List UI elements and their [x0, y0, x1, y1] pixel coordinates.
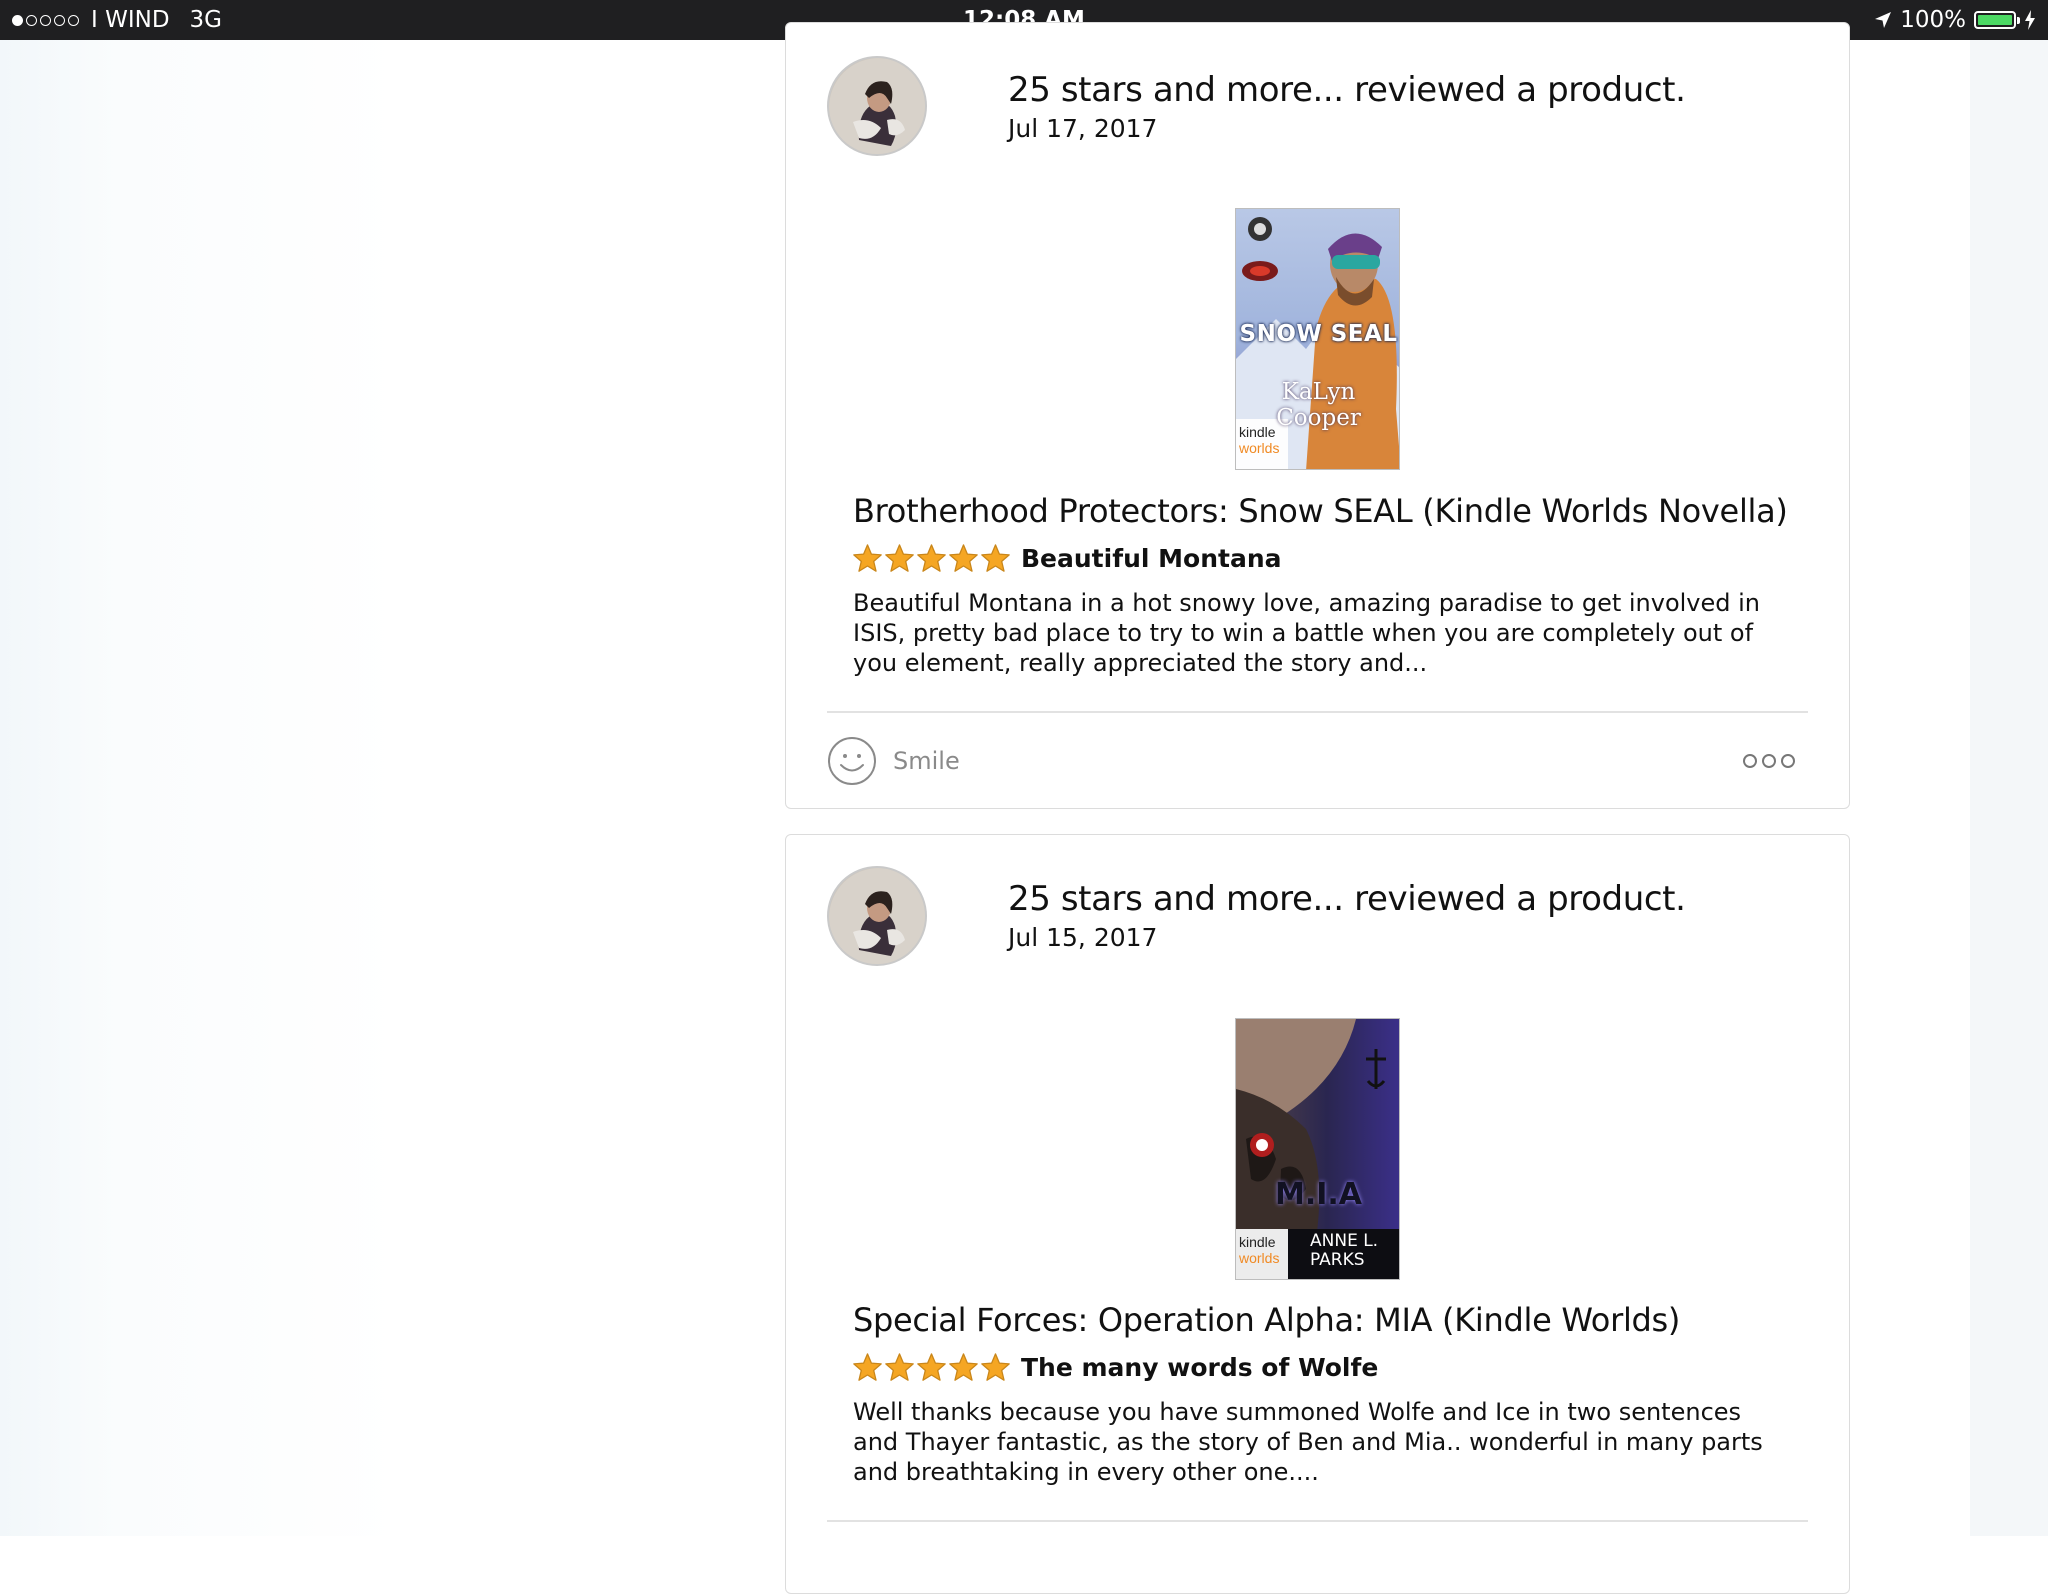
right-blank-panel [1970, 40, 2048, 1536]
avatar-picture [829, 58, 925, 154]
star-icon [853, 543, 882, 572]
star-icon [981, 1352, 1010, 1381]
review-card[interactable]: 25 stars and more... reviewed a product.… [785, 834, 1850, 1594]
battery-level-fill [1978, 15, 2012, 25]
review-body[interactable]: Well thanks because you have summoned Wo… [853, 1397, 1783, 1487]
smile-label: Smile [893, 747, 960, 775]
review-date: Jul 15, 2017 [1008, 923, 1158, 952]
left-blank-panel [0, 40, 785, 1536]
star-icon [885, 543, 914, 572]
kindle-worlds-badge: kindle worlds [1239, 1234, 1279, 1266]
book-cover-image[interactable]: M.I.A ANNE L. PARKS kindle worlds [1235, 1018, 1400, 1280]
battery-tip [2017, 17, 2020, 24]
more-options-icon[interactable] [1741, 750, 1797, 772]
location-arrow-icon [1875, 12, 1892, 28]
reviewer-avatar[interactable] [827, 56, 927, 156]
badge-worlds: worlds [1239, 440, 1280, 456]
badge-kindle: kindle [1239, 424, 1276, 440]
smile-button[interactable]: Smile [827, 735, 960, 787]
star-icon [949, 543, 978, 572]
book-cover-image[interactable]: SNOW SEAL KaLyn Cooper kindle worlds [1235, 208, 1400, 470]
kindle-worlds-badge: kindle worlds [1239, 424, 1279, 456]
review-title: Beautiful Montana [1021, 543, 1282, 573]
star-rating [852, 1352, 1011, 1383]
cover-series-title: SNOW SEAL [1239, 321, 1398, 347]
reviewer-avatar[interactable] [827, 866, 927, 966]
status-bar-right: 100% [1874, 0, 2036, 40]
charging-bolt-icon [2025, 10, 2035, 30]
star-rating [852, 543, 1011, 574]
cover-author: ANNE L. PARKS [1310, 1232, 1378, 1270]
cover-author-line2: PARKS [1310, 1250, 1365, 1270]
star-icon [917, 543, 946, 572]
rating-row: Beautiful Montana [852, 541, 1282, 575]
reviewer-headline[interactable]: 25 stars and more... reviewed a product. [1008, 70, 1686, 110]
badge-worlds: worlds [1239, 1250, 1280, 1266]
product-title-link[interactable]: Brotherhood Protectors: Snow SEAL (Kindl… [853, 492, 1798, 530]
review-title: The many words of Wolfe [1021, 1352, 1379, 1382]
product-title-link[interactable]: Special Forces: Operation Alpha: MIA (Ki… [853, 1301, 1798, 1339]
review-body[interactable]: Beautiful Montana in a hot snowy love, a… [853, 588, 1783, 678]
cover-series-title: M.I.A [1274, 1177, 1363, 1212]
battery-percent: 100% [1900, 7, 1966, 33]
avatar-picture [829, 868, 925, 964]
reviewer-headline[interactable]: 25 stars and more... reviewed a product. [1008, 879, 1686, 919]
star-icon [949, 1352, 978, 1381]
card-divider [827, 1520, 1808, 1522]
battery-icon [1974, 11, 2020, 29]
star-icon [885, 1352, 914, 1381]
star-icon [981, 543, 1010, 572]
star-icon [917, 1352, 946, 1381]
star-icon [853, 1352, 882, 1381]
cover-author-line1: ANNE L. [1310, 1231, 1379, 1251]
card-divider [827, 711, 1808, 713]
smile-icon [828, 737, 876, 785]
review-card[interactable]: 25 stars and more... reviewed a product.… [785, 22, 1850, 809]
badge-kindle: kindle [1239, 1234, 1276, 1250]
rating-row: The many words of Wolfe [852, 1350, 1378, 1384]
review-date: Jul 17, 2017 [1008, 114, 1158, 143]
